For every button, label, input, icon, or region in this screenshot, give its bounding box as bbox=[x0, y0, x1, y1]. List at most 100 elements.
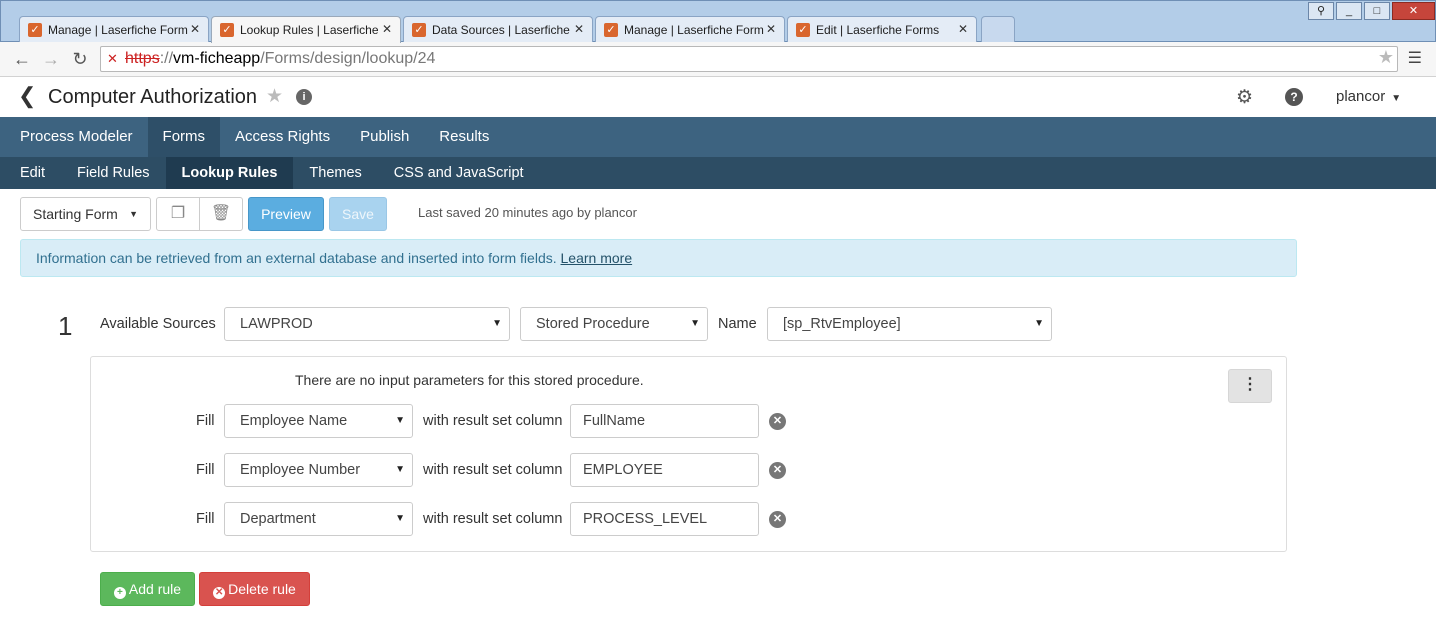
available-sources-label: Available Sources bbox=[100, 316, 216, 332]
back-arrow-icon[interactable]: ← bbox=[11, 48, 33, 70]
delete-rule-label: Delete rule bbox=[228, 581, 296, 597]
subnav-lookup-rules[interactable]: Lookup Rules bbox=[165, 157, 294, 189]
laserfiche-favicon-icon: ✓ bbox=[796, 22, 810, 37]
address-bar[interactable]: ✕ https://vm-ficheapp/Forms/design/lookup… bbox=[100, 46, 1398, 72]
browser-tab-active[interactable]: ✓ Lookup Rules | Laserfiche Fo ✕ bbox=[211, 16, 401, 43]
maximize-icon[interactable]: □ bbox=[1364, 2, 1390, 20]
url-path: /Forms/design/lookup/24 bbox=[260, 50, 436, 67]
learn-more-link[interactable]: Learn more bbox=[561, 250, 633, 266]
close-tab-icon[interactable]: ✕ bbox=[574, 22, 584, 36]
close-tab-icon[interactable]: ✕ bbox=[190, 22, 200, 36]
browser-tab[interactable]: ✓ Manage | Laserfiche Forms ✕ bbox=[19, 16, 209, 42]
form-select-dropdown[interactable]: Starting Form ▼ bbox=[20, 197, 151, 231]
procedure-name-value: [sp_RtvEmployee] bbox=[783, 316, 901, 332]
source-type-select[interactable]: Stored Procedure ▼ bbox=[520, 307, 708, 341]
forward-arrow-icon[interactable]: → bbox=[40, 48, 62, 70]
reload-icon[interactable]: ↻ bbox=[69, 48, 91, 70]
app-header: ❮ Computer Authorization ★ i ⚙ ? plancor… bbox=[0, 77, 1436, 117]
laserfiche-favicon-icon: ✓ bbox=[28, 22, 42, 37]
plus-circle-icon: + bbox=[113, 587, 126, 599]
procedure-name-select[interactable]: [sp_RtvEmployee] ▼ bbox=[767, 307, 1052, 341]
subnav-edit[interactable]: Edit bbox=[0, 157, 61, 189]
laserfiche-favicon-icon: ✓ bbox=[604, 22, 618, 37]
result-column-input[interactable]: PROCESS_LEVEL bbox=[570, 502, 759, 536]
dropdown-arrow-icon: ▼ bbox=[1034, 318, 1044, 329]
url-protocol: https bbox=[125, 50, 160, 67]
add-rule-label: Add rule bbox=[128, 581, 182, 597]
browser-tab[interactable]: ✓ Manage | Laserfiche Forms ✕ bbox=[595, 16, 785, 42]
dropdown-arrow-icon: ▼ bbox=[395, 415, 405, 426]
info-icon[interactable]: i bbox=[296, 89, 312, 105]
form-select-label: Starting Form bbox=[33, 206, 118, 222]
url-separator: :// bbox=[159, 50, 174, 67]
tab-title: Manage | Laserfiche Forms bbox=[624, 22, 764, 37]
browser-titlebar: ✓ Manage | Laserfiche Forms ✕ ✓ Lookup R… bbox=[0, 0, 1436, 43]
with-column-label: with result set column bbox=[423, 462, 563, 478]
user-menu[interactable]: plancor ▼ bbox=[1336, 88, 1401, 105]
save-button[interactable]: Save bbox=[329, 197, 387, 231]
minimize-icon[interactable]: _ bbox=[1336, 2, 1362, 20]
add-rule-button[interactable]: + Add rule bbox=[100, 572, 195, 606]
with-column-label: with result set column bbox=[423, 413, 563, 429]
source-value: LAWPROD bbox=[240, 316, 313, 332]
primary-nav: Process Modeler Forms Access Rights Publ… bbox=[0, 117, 1436, 157]
close-tab-icon[interactable]: ✕ bbox=[958, 22, 968, 36]
nav-access-rights[interactable]: Access Rights bbox=[220, 117, 345, 157]
result-column-input[interactable]: EMPLOYEE bbox=[570, 453, 759, 487]
caret-down-icon: ▼ bbox=[129, 209, 138, 219]
browser-menu-icon[interactable]: ☰ bbox=[1408, 48, 1422, 68]
gear-icon[interactable]: ⚙ bbox=[1236, 86, 1253, 109]
new-tab-button[interactable] bbox=[981, 16, 1015, 42]
fill-field-value: Department bbox=[240, 511, 316, 527]
subnav-themes[interactable]: Themes bbox=[293, 157, 377, 189]
delete-button[interactable]: 🗑 bbox=[199, 197, 243, 231]
info-alert: Information can be retrieved from an ext… bbox=[20, 239, 1297, 277]
dropdown-arrow-icon: ▼ bbox=[395, 513, 405, 524]
nav-forms[interactable]: Forms bbox=[147, 117, 221, 157]
remove-fill-icon[interactable]: ✕ bbox=[769, 511, 786, 528]
tab-title: Data Sources | Laserfiche Fo bbox=[432, 22, 572, 37]
dropdown-arrow-icon: ▼ bbox=[690, 318, 700, 329]
subnav-css-javascript[interactable]: CSS and JavaScript bbox=[378, 157, 540, 189]
info-text: Information can be retrieved from an ext… bbox=[36, 250, 557, 266]
close-tab-icon[interactable]: ✕ bbox=[766, 22, 776, 36]
trash-icon: 🗑 bbox=[210, 205, 232, 222]
user-profile-icon[interactable]: ⚲ bbox=[1308, 2, 1334, 20]
no-params-message: There are no input parameters for this s… bbox=[295, 372, 644, 388]
bookmark-star-icon[interactable]: ★ bbox=[1378, 47, 1394, 68]
nav-process-modeler[interactable]: Process Modeler bbox=[0, 117, 148, 157]
copy-button[interactable]: ❐ bbox=[156, 197, 200, 231]
fill-label: Fill bbox=[196, 511, 215, 527]
fill-field-select[interactable]: Employee Name ▼ bbox=[224, 404, 413, 438]
remove-fill-icon[interactable]: ✕ bbox=[769, 462, 786, 479]
browser-toolbar: ← → ↻ ✕ https://vm-ficheapp/Forms/design/… bbox=[0, 42, 1436, 77]
delete-rule-button[interactable]: ✕ Delete rule bbox=[199, 572, 310, 606]
help-icon[interactable]: ? bbox=[1285, 88, 1303, 106]
fill-field-select[interactable]: Employee Number ▼ bbox=[224, 453, 413, 487]
kebab-menu-icon: ⋮ bbox=[1242, 376, 1258, 393]
tab-title: Manage | Laserfiche Forms bbox=[48, 22, 188, 37]
x-circle-icon: ✕ bbox=[213, 587, 226, 599]
url-host: vm-ficheapp bbox=[173, 50, 261, 67]
remove-fill-icon[interactable]: ✕ bbox=[769, 413, 786, 430]
result-column-input[interactable]: FullName bbox=[570, 404, 759, 438]
window-close-icon[interactable]: ✕ bbox=[1392, 2, 1435, 20]
preview-button[interactable]: Preview bbox=[248, 197, 324, 231]
back-chevron-icon[interactable]: ❮ bbox=[18, 83, 36, 109]
laserfiche-favicon-icon: ✓ bbox=[412, 22, 426, 37]
browser-tab[interactable]: ✓ Edit | Laserfiche Forms ✕ bbox=[787, 16, 977, 42]
source-type-value: Stored Procedure bbox=[536, 316, 650, 332]
close-tab-icon[interactable]: ✕ bbox=[382, 22, 392, 36]
source-select[interactable]: LAWPROD ▼ bbox=[224, 307, 510, 341]
secondary-nav: Edit Field Rules Lookup Rules Themes CSS… bbox=[0, 157, 1436, 189]
dropdown-arrow-icon: ▼ bbox=[395, 464, 405, 475]
rule-options-button[interactable]: ⋮ bbox=[1228, 369, 1272, 403]
dropdown-arrow-icon: ▼ bbox=[492, 318, 502, 329]
favorite-star-icon[interactable]: ★ bbox=[266, 85, 283, 108]
subnav-field-rules[interactable]: Field Rules bbox=[61, 157, 166, 189]
browser-tab[interactable]: ✓ Data Sources | Laserfiche Fo ✕ bbox=[403, 16, 593, 42]
nav-publish[interactable]: Publish bbox=[345, 117, 424, 157]
nav-results[interactable]: Results bbox=[424, 117, 504, 157]
with-column-label: with result set column bbox=[423, 511, 563, 527]
fill-field-select[interactable]: Department ▼ bbox=[224, 502, 413, 536]
